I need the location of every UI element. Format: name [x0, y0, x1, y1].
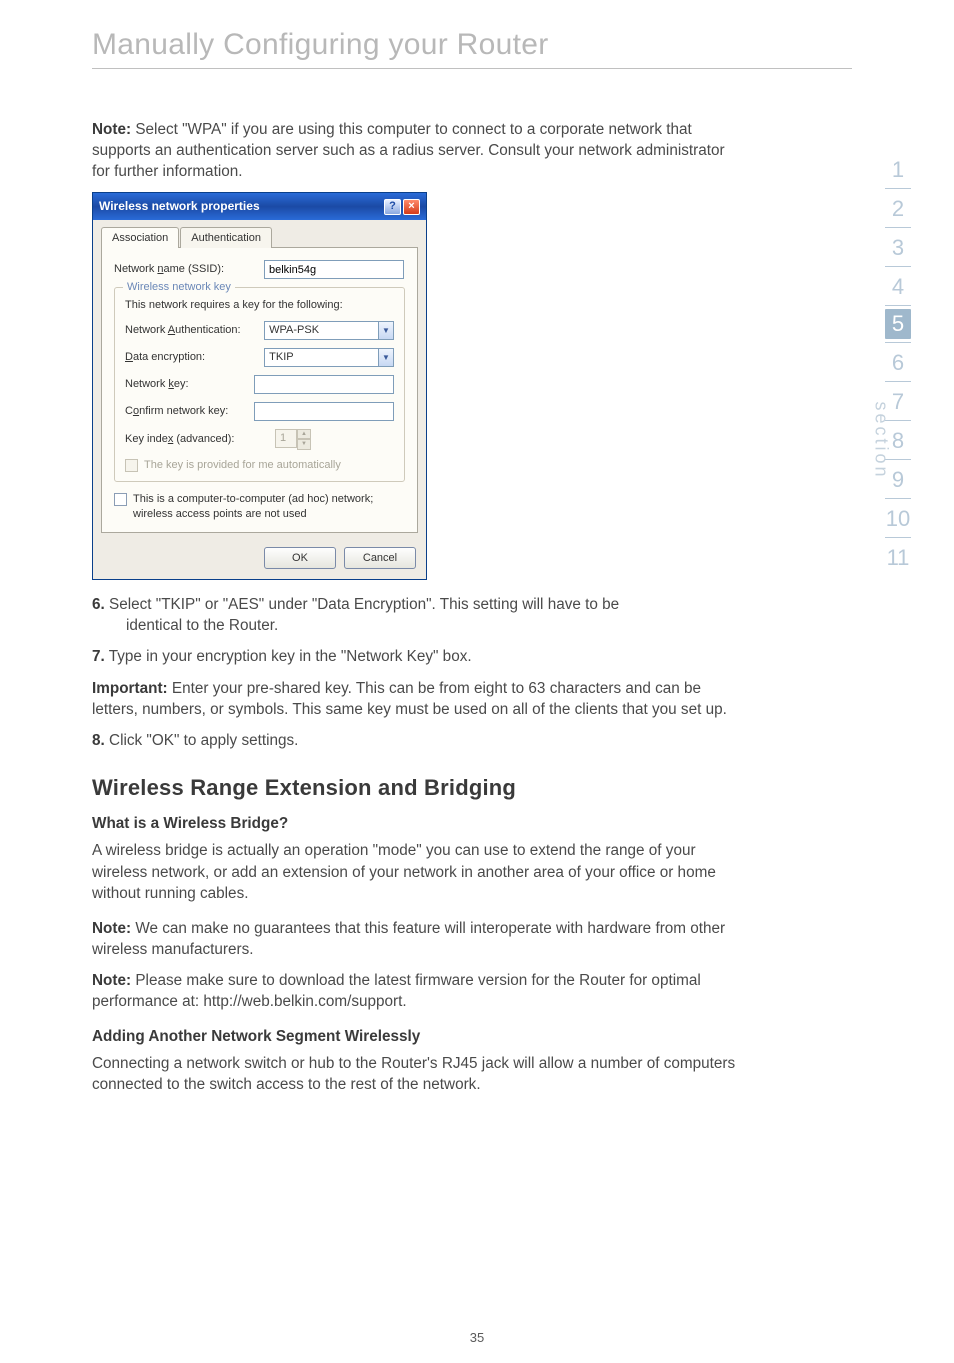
step-7-text: Type in your encryption key in the "Netw…	[105, 648, 472, 665]
spinner-down-icon: ▼	[297, 439, 311, 449]
label-confirm-key: Confirm network key:	[125, 404, 254, 419]
note-text: We can make no guarantees that this feat…	[92, 920, 725, 958]
checkbox-adhoc[interactable]: This is a computer-to-computer (ad hoc) …	[114, 492, 405, 522]
step-8-text: Click "OK" to apply settings.	[105, 732, 299, 749]
section-nav-item[interactable]: 3	[878, 228, 918, 266]
encryption-value: TKIP	[264, 348, 378, 367]
spinner-up-icon: ▲	[297, 429, 311, 439]
cancel-button[interactable]: Cancel	[344, 547, 416, 569]
section-nav: 1 2 3 4 5 6 7 8 9 10 11	[878, 150, 918, 576]
note-text: Please make sure to download the latest …	[92, 972, 701, 1010]
dialog-title-text: Wireless network properties	[99, 198, 260, 215]
nav-divider	[885, 305, 911, 306]
confirm-key-input[interactable]	[254, 402, 394, 421]
note-label: Note:	[92, 920, 131, 937]
row-key: Network key:	[125, 375, 394, 394]
section-vertical-label: section	[860, 398, 938, 419]
auth-combobox[interactable]: WPA-PSK ▼	[264, 321, 394, 340]
note-para-2: Note: We can make no guarantees that thi…	[92, 918, 742, 960]
chevron-down-icon[interactable]: ▼	[378, 321, 394, 340]
label-key-index: Key index (advanced):	[125, 432, 275, 447]
para-bridge: A wireless bridge is actually an operati…	[92, 840, 742, 903]
important-text: Enter your pre-shared key. This can be f…	[92, 680, 727, 718]
step-6-cont: identical to the Router.	[92, 615, 742, 636]
chevron-down-icon[interactable]: ▼	[378, 348, 394, 367]
spinner-arrows: ▲ ▼	[297, 429, 311, 450]
note-para-3: Note: Please make sure to download the l…	[92, 970, 742, 1012]
note-label: Note:	[92, 972, 131, 989]
section-nav-item[interactable]: 4	[878, 267, 918, 305]
page-title: Manually Configuring your Router	[0, 0, 954, 68]
section-nav-item[interactable]: 11	[878, 538, 918, 576]
row-auth: Network Authentication: WPA-PSK ▼	[125, 321, 394, 340]
window-controls: ? ×	[384, 199, 420, 215]
heading-wireless-range: Wireless Range Extension and Bridging	[92, 773, 742, 803]
note-label: Note:	[92, 121, 131, 138]
key-index-value: 1	[275, 429, 297, 448]
row-encryption: Data encryption: TKIP ▼	[125, 348, 394, 367]
row-key-index: Key index (advanced): 1 ▲ ▼	[125, 429, 394, 450]
step-7-num: 7.	[92, 648, 105, 665]
group-legend: Wireless network key	[123, 280, 235, 295]
key-index-spinner: 1 ▲ ▼	[275, 429, 315, 450]
step-7: 7. Type in your encryption key in the "N…	[92, 646, 742, 667]
dialog-button-row: OK Cancel	[93, 541, 426, 579]
section-nav-item[interactable]: 6	[878, 343, 918, 381]
label-key: Network key:	[125, 377, 254, 392]
row-ssid: Network name (SSID):	[114, 260, 405, 279]
network-key-input[interactable]	[254, 375, 394, 394]
wireless-properties-dialog: Wireless network properties ? × Associat…	[92, 192, 427, 580]
checkbox-auto-key: The key is provided for me automatically	[125, 458, 394, 473]
tab-strip: Association Authentication	[101, 226, 418, 247]
step-8: 8. Click "OK" to apply settings.	[92, 730, 742, 751]
tab-panel: Network name (SSID): Wireless network ke…	[101, 247, 418, 533]
label-encryption: Data encryption:	[125, 350, 264, 365]
step-6-text: Select "TKIP" or "AES" under "Data Encry…	[105, 596, 619, 613]
content-area: Note: Select "WPA" if you are using this…	[0, 69, 852, 1095]
note-para-1: Note: Select "WPA" if you are using this…	[92, 119, 742, 182]
label-auth: Network Authentication:	[125, 323, 264, 338]
important-label: Important:	[92, 680, 168, 697]
section-nav-item[interactable]: 2	[878, 189, 918, 227]
encryption-combobox[interactable]: TKIP ▼	[264, 348, 394, 367]
row-confirm-key: Confirm network key:	[125, 402, 394, 421]
help-icon[interactable]: ?	[384, 199, 401, 215]
important-para: Important: Enter your pre-shared key. Th…	[92, 678, 742, 720]
checkbox-adhoc-label: This is a computer-to-computer (ad hoc) …	[133, 492, 393, 522]
checkbox-auto-label: The key is provided for me automatically	[144, 458, 341, 473]
step-6: 6. Select "TKIP" or "AES" under "Data En…	[92, 594, 742, 636]
group-wireless-key: Wireless network key This network requir…	[114, 287, 405, 482]
group-desc: This network requires a key for the foll…	[125, 298, 394, 313]
note-text: Select "WPA" if you are using this compu…	[92, 121, 725, 180]
step-6-num: 6.	[92, 596, 105, 613]
label-ssid: Network name (SSID):	[114, 262, 264, 277]
subheading-bridge: What is a Wireless Bridge?	[92, 813, 742, 834]
close-icon[interactable]: ×	[403, 199, 420, 215]
dialog-titlebar: Wireless network properties ? ×	[93, 193, 426, 220]
subheading-segment: Adding Another Network Segment Wirelessl…	[92, 1026, 742, 1047]
ok-button[interactable]: OK	[264, 547, 336, 569]
tab-association[interactable]: Association	[101, 227, 179, 248]
checkbox-icon[interactable]	[114, 493, 127, 506]
page-number: 35	[0, 1330, 954, 1345]
section-nav-item-active[interactable]: 5	[885, 309, 911, 339]
para-segment: Connecting a network switch or hub to th…	[92, 1053, 742, 1095]
section-nav-item[interactable]: 1	[878, 150, 918, 188]
tab-authentication[interactable]: Authentication	[180, 227, 272, 248]
auth-value: WPA-PSK	[264, 321, 378, 340]
ssid-input[interactable]	[264, 260, 404, 279]
step-8-num: 8.	[92, 732, 105, 749]
section-nav-item[interactable]: 10	[878, 499, 918, 537]
checkbox-icon	[125, 459, 138, 472]
